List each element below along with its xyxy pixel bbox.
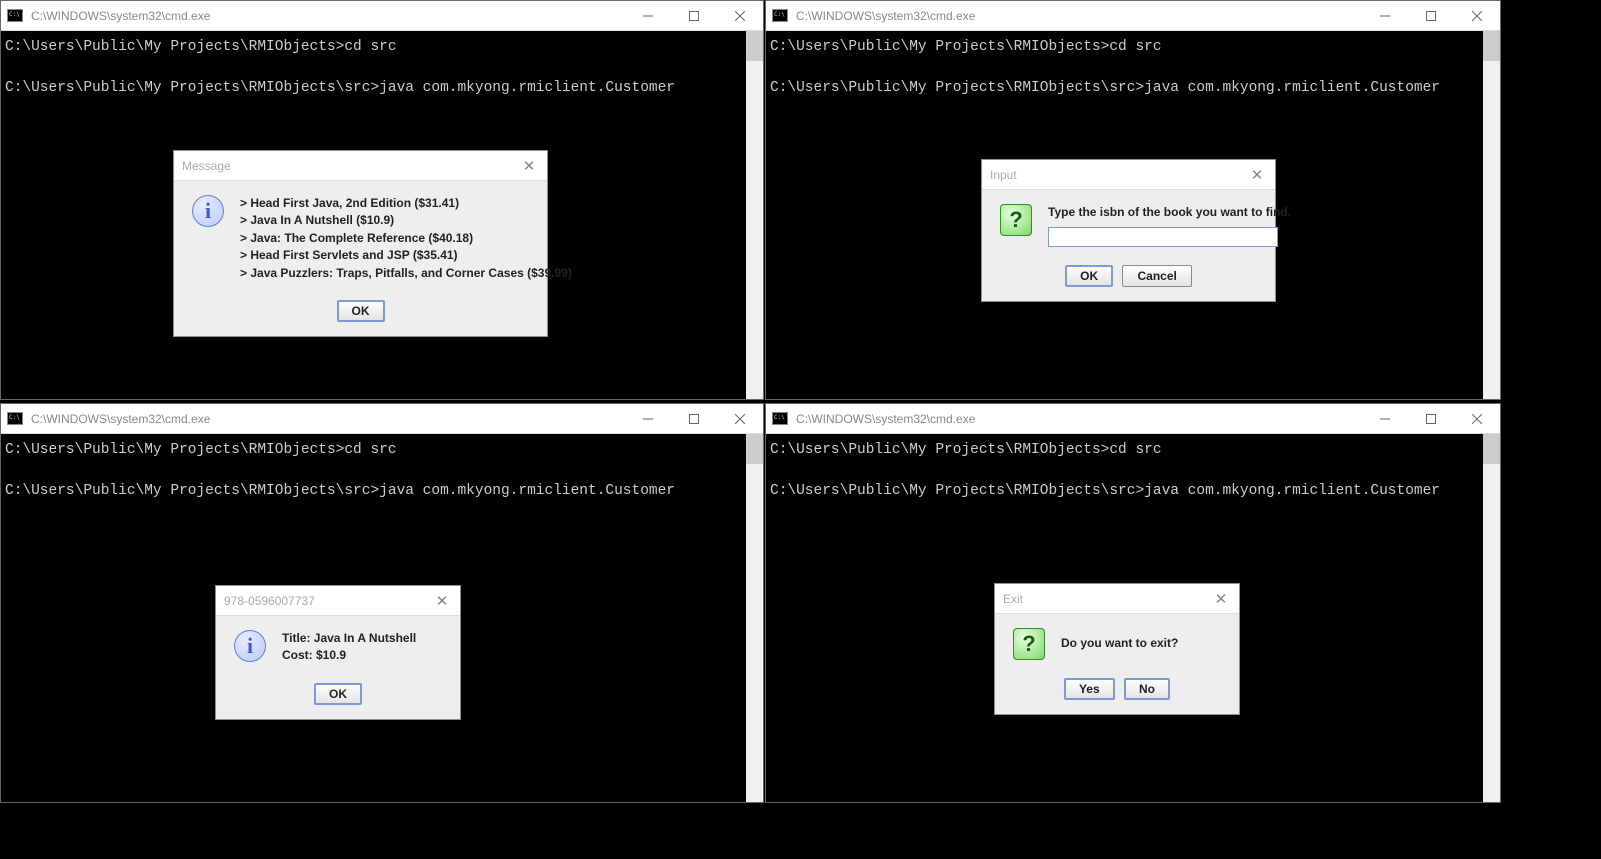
close-button[interactable] bbox=[1454, 404, 1500, 433]
minimize-button[interactable] bbox=[1362, 1, 1408, 30]
cmd-window-3: C:\WINDOWS\system32\cmd.exe C:\Users\Pub… bbox=[0, 403, 764, 803]
dialog-title: 978-0596007737 bbox=[224, 594, 432, 608]
scroll-thumb[interactable] bbox=[746, 434, 763, 464]
minimize-button[interactable] bbox=[625, 1, 671, 30]
dialog-titlebar: Exit ✕ bbox=[995, 584, 1239, 614]
dialog-title: Message bbox=[182, 159, 519, 173]
dialog-title: Input bbox=[990, 168, 1247, 182]
scrollbar[interactable] bbox=[746, 434, 763, 802]
dialog-content: Type the isbn of the book you want to fi… bbox=[1048, 204, 1291, 247]
scrollbar[interactable] bbox=[1483, 31, 1500, 399]
close-button[interactable] bbox=[717, 1, 763, 30]
window-title: C:\WINDOWS\system32\cmd.exe bbox=[31, 412, 625, 426]
window-title: C:\WINDOWS\system32\cmd.exe bbox=[796, 412, 1362, 426]
minimize-button[interactable] bbox=[625, 404, 671, 433]
cmd-icon bbox=[772, 9, 788, 22]
no-button[interactable]: No bbox=[1124, 678, 1170, 700]
close-icon[interactable]: ✕ bbox=[519, 157, 539, 175]
maximize-button[interactable] bbox=[1408, 1, 1454, 30]
cmd-window-4: C:\WINDOWS\system32\cmd.exe C:\Users\Pub… bbox=[765, 403, 1501, 803]
scrollbar[interactable] bbox=[1483, 434, 1500, 802]
ok-button[interactable]: OK bbox=[1065, 265, 1113, 287]
cancel-button[interactable]: Cancel bbox=[1122, 265, 1191, 287]
cmd-icon bbox=[772, 412, 788, 425]
cmd-icon bbox=[7, 412, 23, 425]
dialog-titlebar: Input ✕ bbox=[982, 160, 1275, 190]
dialog-titlebar: Message ✕ bbox=[174, 151, 547, 181]
dialog-content: Do you want to exit? bbox=[1061, 635, 1178, 652]
question-icon: ? bbox=[1013, 628, 1045, 660]
scroll-thumb[interactable] bbox=[1483, 434, 1500, 464]
isbn-result-dialog: 978-0596007737 ✕ i Title: Java In A Nuts… bbox=[215, 585, 461, 720]
maximize-button[interactable] bbox=[1408, 404, 1454, 433]
message-dialog: Message ✕ i > Head First Java, 2nd Editi… bbox=[173, 150, 548, 337]
ok-button[interactable]: OK bbox=[337, 300, 385, 322]
dialog-content: > Head First Java, 2nd Edition ($31.41) … bbox=[240, 195, 572, 282]
titlebar: C:\WINDOWS\system32\cmd.exe bbox=[766, 404, 1500, 434]
dialog-content: Title: Java In A Nutshell Cost: $10.9 bbox=[282, 630, 416, 665]
cmd-icon bbox=[7, 9, 23, 22]
info-icon: i bbox=[192, 195, 224, 227]
isbn-input[interactable] bbox=[1048, 227, 1278, 247]
titlebar: C:\WINDOWS\system32\cmd.exe bbox=[1, 1, 763, 31]
window-title: C:\WINDOWS\system32\cmd.exe bbox=[31, 9, 625, 23]
window-title: C:\WINDOWS\system32\cmd.exe bbox=[796, 9, 1362, 23]
minimize-button[interactable] bbox=[1362, 404, 1408, 433]
dialog-titlebar: 978-0596007737 ✕ bbox=[216, 586, 460, 616]
close-icon[interactable]: ✕ bbox=[1247, 166, 1267, 184]
close-icon[interactable]: ✕ bbox=[1211, 590, 1231, 608]
scroll-thumb[interactable] bbox=[746, 31, 763, 61]
exit-dialog: Exit ✕ ? Do you want to exit? Yes No bbox=[994, 583, 1240, 715]
close-icon[interactable]: ✕ bbox=[432, 592, 452, 610]
ok-button[interactable]: OK bbox=[314, 683, 362, 705]
close-button[interactable] bbox=[1454, 1, 1500, 30]
scroll-thumb[interactable] bbox=[1483, 31, 1500, 61]
info-icon: i bbox=[234, 630, 266, 662]
exit-prompt: Do you want to exit? bbox=[1061, 635, 1178, 652]
question-icon: ? bbox=[1000, 204, 1032, 236]
yes-button[interactable]: Yes bbox=[1064, 678, 1115, 700]
titlebar: C:\WINDOWS\system32\cmd.exe bbox=[1, 404, 763, 434]
cmd-window-2: C:\WINDOWS\system32\cmd.exe C:\Users\Pub… bbox=[765, 0, 1501, 400]
maximize-button[interactable] bbox=[671, 404, 717, 433]
input-dialog: Input ✕ ? Type the isbn of the book you … bbox=[981, 159, 1276, 302]
dialog-title: Exit bbox=[1003, 592, 1211, 606]
input-prompt: Type the isbn of the book you want to fi… bbox=[1048, 204, 1291, 221]
titlebar: C:\WINDOWS\system32\cmd.exe bbox=[766, 1, 1500, 31]
maximize-button[interactable] bbox=[671, 1, 717, 30]
close-button[interactable] bbox=[717, 404, 763, 433]
scrollbar[interactable] bbox=[746, 31, 763, 399]
cmd-window-1: C:\WINDOWS\system32\cmd.exe C:\Users\Pub… bbox=[0, 0, 764, 400]
